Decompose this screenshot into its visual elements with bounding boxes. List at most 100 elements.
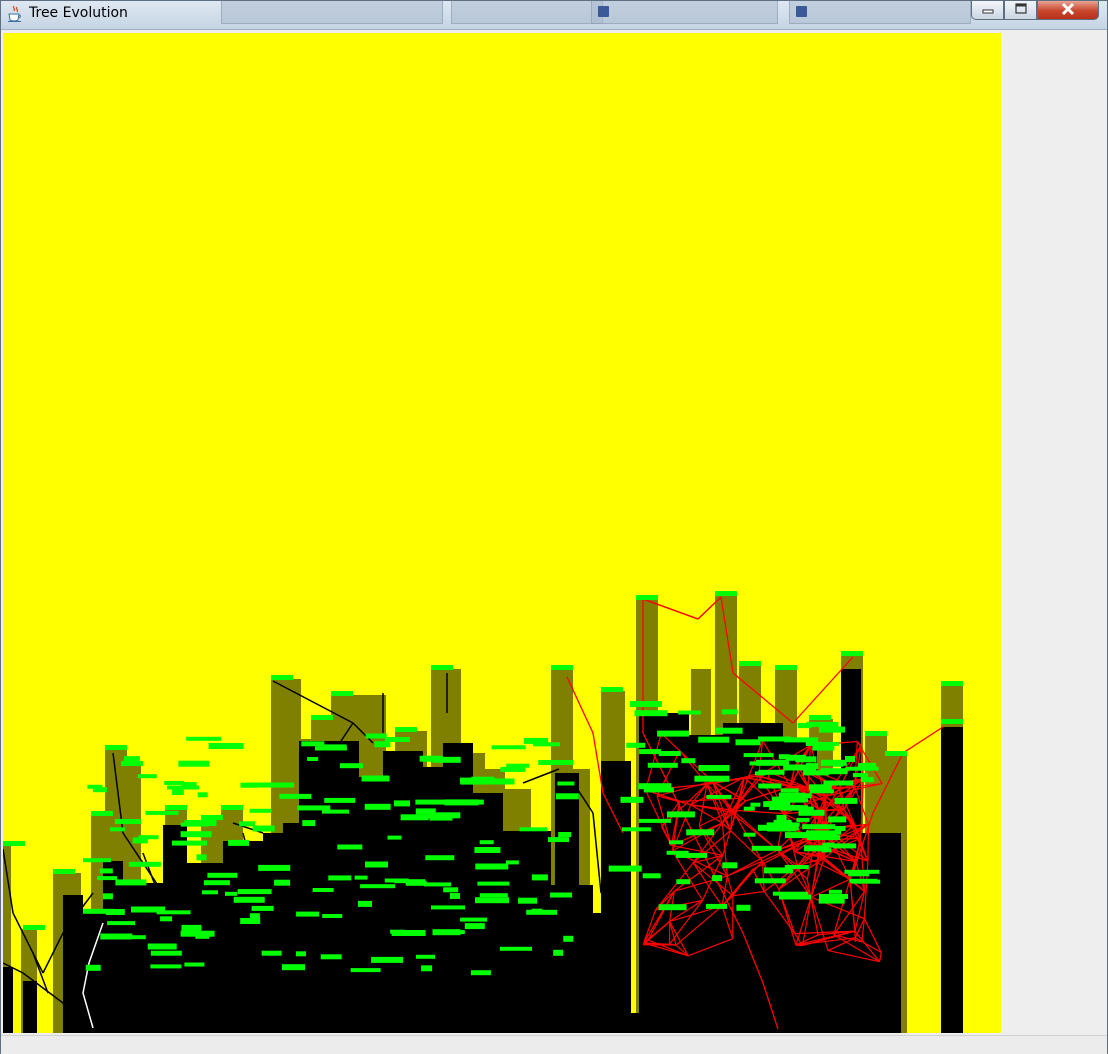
leaf [425,855,454,860]
simulation-canvas[interactable] [3,33,1001,1033]
minimize-button[interactable] [971,1,1004,20]
leaf [100,868,113,873]
leaf [124,756,140,761]
leaf [172,789,184,795]
leaf [416,955,435,959]
leaf [715,591,737,596]
window-bottom-border [1,1035,1107,1054]
leaf [3,841,25,846]
leaf [385,737,410,742]
leaf [182,925,202,931]
leaf [186,737,221,741]
leaf [415,800,447,805]
leaf [477,882,509,886]
leaf [941,681,963,686]
leaf [181,931,215,937]
leaf [204,880,230,885]
leaf [506,860,519,864]
leaf [635,710,668,716]
leaf [533,742,560,746]
leaf [172,841,207,846]
leaf [819,894,848,899]
leaf [395,727,417,732]
leaf [184,963,204,967]
leaf [706,795,731,799]
leaf [460,918,487,922]
leaf [151,951,182,956]
leaf [644,787,674,792]
leaf [83,858,111,862]
leaf [712,875,722,881]
leaf [828,816,846,822]
leaf [355,876,368,880]
leaf [829,890,842,894]
leaf [358,901,372,907]
leaf [23,925,45,930]
leaf [532,874,548,880]
leaf [833,843,856,848]
leaf [239,821,255,826]
leaf [678,711,701,715]
leaf [362,776,390,782]
leaf [241,783,258,788]
leaf [471,970,491,975]
minimize-icon [972,1,1003,17]
leaf [744,807,755,811]
java-coffee-cup-icon [7,5,23,23]
leaf [258,865,290,871]
leaf [686,829,714,835]
leaf [553,950,563,956]
leaf [366,734,387,739]
leaf [781,788,799,792]
title-bar[interactable]: Tree Evolution [1,1,1107,30]
leaf [337,845,362,850]
leaf [321,954,342,959]
leaf [626,743,645,748]
leaf [758,784,781,789]
leaf [835,798,858,804]
leaf [385,879,409,883]
leaf [819,727,845,733]
leaf [374,741,390,747]
leaf [639,819,671,823]
leaf [107,921,135,925]
leaf [351,968,381,972]
leaf [841,651,863,656]
leaf [93,787,107,792]
leaf [106,909,125,915]
leaf [755,878,786,883]
leaf [443,887,458,892]
leaf [315,747,347,751]
leaf [274,880,290,886]
leaf [769,805,799,810]
leaf [755,771,766,775]
leaf [772,797,804,803]
leaf [271,675,293,680]
leaf [234,897,265,903]
leaf [202,890,218,894]
leaf [669,840,683,844]
leaf [667,811,695,817]
leaf [129,862,161,867]
leaf [97,876,117,880]
maximize-button[interactable] [1004,1,1037,20]
tree-trunk [23,981,37,1033]
leaf [799,810,825,816]
leaf [676,879,690,884]
leaf [207,873,237,878]
leaf [131,907,165,913]
leaf [240,918,260,924]
leaf [365,804,391,810]
leaf [371,957,403,963]
leaf [492,745,526,749]
leaf [835,826,846,831]
leaf [775,665,797,670]
leaf [150,964,181,968]
leaf [420,756,443,762]
leaf [500,947,532,951]
leaf [639,749,661,754]
close-button[interactable] [1037,1,1099,20]
leaf [648,763,678,768]
leaf [806,742,839,746]
leaf [311,715,333,720]
